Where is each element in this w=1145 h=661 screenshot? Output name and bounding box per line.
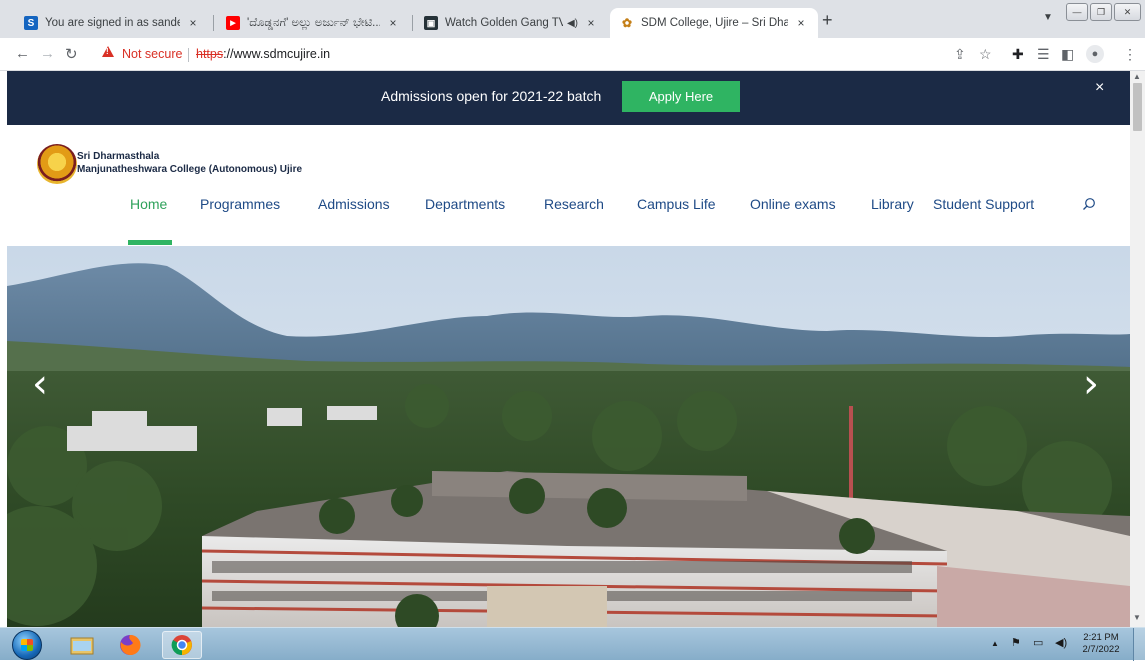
bookmark-star-icon[interactable]: ☆ [979,46,992,63]
system-clock[interactable]: 2:21 PM 2/7/2022 [1078,632,1124,656]
reload-icon[interactable]: ↻ [65,45,78,63]
banner-close-icon[interactable]: × [1095,79,1104,97]
youtube-icon: ▶ [226,16,240,30]
url-text[interactable]: https://www.sdmcujire.in [196,47,330,61]
network-icon[interactable]: ▭ [1033,636,1043,649]
side-panel-icon[interactable]: ◧ [1061,46,1074,63]
page-scrollbar[interactable]: ▲ ▼ [1130,71,1145,627]
tab-search-dropdown-icon[interactable]: ▼ [1043,12,1053,23]
minimize-window-icon[interactable]: — [1066,3,1088,21]
nav-home[interactable]: Home [130,196,167,212]
nav-admissions[interactable]: Admissions [318,196,390,212]
chrome-taskbar-icon[interactable] [162,631,202,659]
audio-playing-icon[interactable]: ◀) [567,18,578,29]
college-favicon-icon: ✿ [621,16,633,30]
nav-library[interactable]: Library [871,196,914,212]
nav-campus-life[interactable]: Campus Life [637,196,716,212]
nav-departments[interactable]: Departments [425,196,505,212]
browser-tab[interactable]: S You are signed in as sandeep.l × [14,8,210,38]
new-tab-button[interactable]: + [822,10,833,31]
hero-campus-photo [7,246,1130,627]
tab-divider [412,15,413,31]
browser-tab-strip: S You are signed in as sandeep.l × ▶ 'ದೊ… [0,0,1145,38]
address-divider [188,48,189,62]
share-icon[interactable]: ⇪ [954,46,966,63]
hero-next-arrow[interactable]: › [1083,361,1099,407]
banner-text: Admissions open for 2021-22 batch [381,88,602,104]
search-icon[interactable] [1082,197,1096,211]
start-button[interactable] [12,630,42,660]
address-bar[interactable]: ! Not secure https://www.sdmcujire.in [94,42,942,67]
tab-title: Watch Golden Gang TV Serial [445,17,563,29]
hero-prev-arrow[interactable]: ‹ [32,361,48,407]
nav-online-exams[interactable]: Online exams [750,196,836,212]
scrollbar-thumb[interactable] [1133,83,1142,131]
site-favicon-icon: S [24,16,38,30]
tab-close-icon[interactable]: × [186,16,200,30]
site-favicon-icon: ▣ [424,16,438,30]
profile-avatar-icon[interactable]: ● [1086,45,1104,63]
browser-toolbar: ← → ↻ ! Not secure https://www.sdmcujire… [0,38,1145,71]
tray-expand-icon[interactable]: ▲ [991,639,999,648]
url-host: ://www.sdmcujire.in [223,47,331,61]
browser-tab-active[interactable]: ✿ SDM College, Ujire – Sri Dharmasthala … [610,8,818,38]
page-viewport: Admissions open for 2021-22 batch Apply … [7,71,1130,627]
forward-arrow-icon[interactable]: → [40,45,55,62]
security-status[interactable]: Not secure [122,47,182,61]
nav-research[interactable]: Research [544,196,604,212]
college-name-line2[interactable]: Manjunatheshwara College (Autonomous) Uj… [77,164,302,175]
apply-here-button[interactable]: Apply Here [622,81,740,112]
college-logo[interactable] [37,144,77,184]
clock-date: 2/7/2022 [1082,644,1120,655]
tab-title: You are signed in as sandeep.l [45,17,180,29]
firefox-icon[interactable] [110,631,150,659]
nav-student-support[interactable]: Student Support [933,196,1034,212]
action-center-flag-icon[interactable]: ⚑ [1011,636,1021,649]
tab-close-icon[interactable]: × [386,16,400,30]
nav-programmes[interactable]: Programmes [200,196,280,212]
show-desktop-button[interactable] [1133,628,1145,661]
active-nav-indicator [128,240,172,245]
browser-tab[interactable]: ▣ Watch Golden Gang TV Serial ◀) × [414,8,608,38]
volume-icon[interactable]: ◀) [1055,636,1067,649]
clock-time: 2:21 PM [1083,632,1119,643]
reading-list-icon[interactable]: ☰ [1037,46,1050,63]
file-explorer-icon[interactable] [62,631,102,659]
maximize-window-icon[interactable]: ❐ [1090,3,1112,21]
scroll-down-icon[interactable]: ▼ [1133,613,1141,622]
scroll-up-icon[interactable]: ▲ [1133,72,1141,81]
tab-title: 'ದೊಡ್ಡನಗೆ' ಅಲ್ಲು ಅರ್ಜುನ್ ಭೇಟಿ... ಕಂಡ್ [247,16,380,29]
browser-tab[interactable]: ▶ 'ದೊಡ್ಡನಗೆ' ಅಲ್ಲು ಅರ್ಜುನ್ ಭೇಟಿ... ಕಂಡ್ … [216,8,410,38]
tab-divider [213,15,214,31]
back-arrow-icon[interactable]: ← [15,45,30,62]
close-window-icon[interactable]: ✕ [1114,3,1141,21]
tab-close-icon[interactable]: × [584,16,598,30]
extensions-icon[interactable]: ✚ [1012,46,1024,63]
windows-taskbar: ▲ ⚑ ▭ ◀) 2:21 PM 2/7/2022 [0,627,1145,661]
admission-banner: Admissions open for 2021-22 batch Apply … [7,71,1130,125]
warning-icon[interactable]: ! [102,46,114,57]
url-scheme: https [196,47,224,61]
college-name-line1[interactable]: Sri Dharmasthala [77,151,159,162]
menu-kebab-icon[interactable]: ⋮ [1123,46,1137,63]
tab-close-icon[interactable]: × [794,16,808,30]
tab-title: SDM College, Ujire – Sri Dharmasthala [641,17,788,29]
